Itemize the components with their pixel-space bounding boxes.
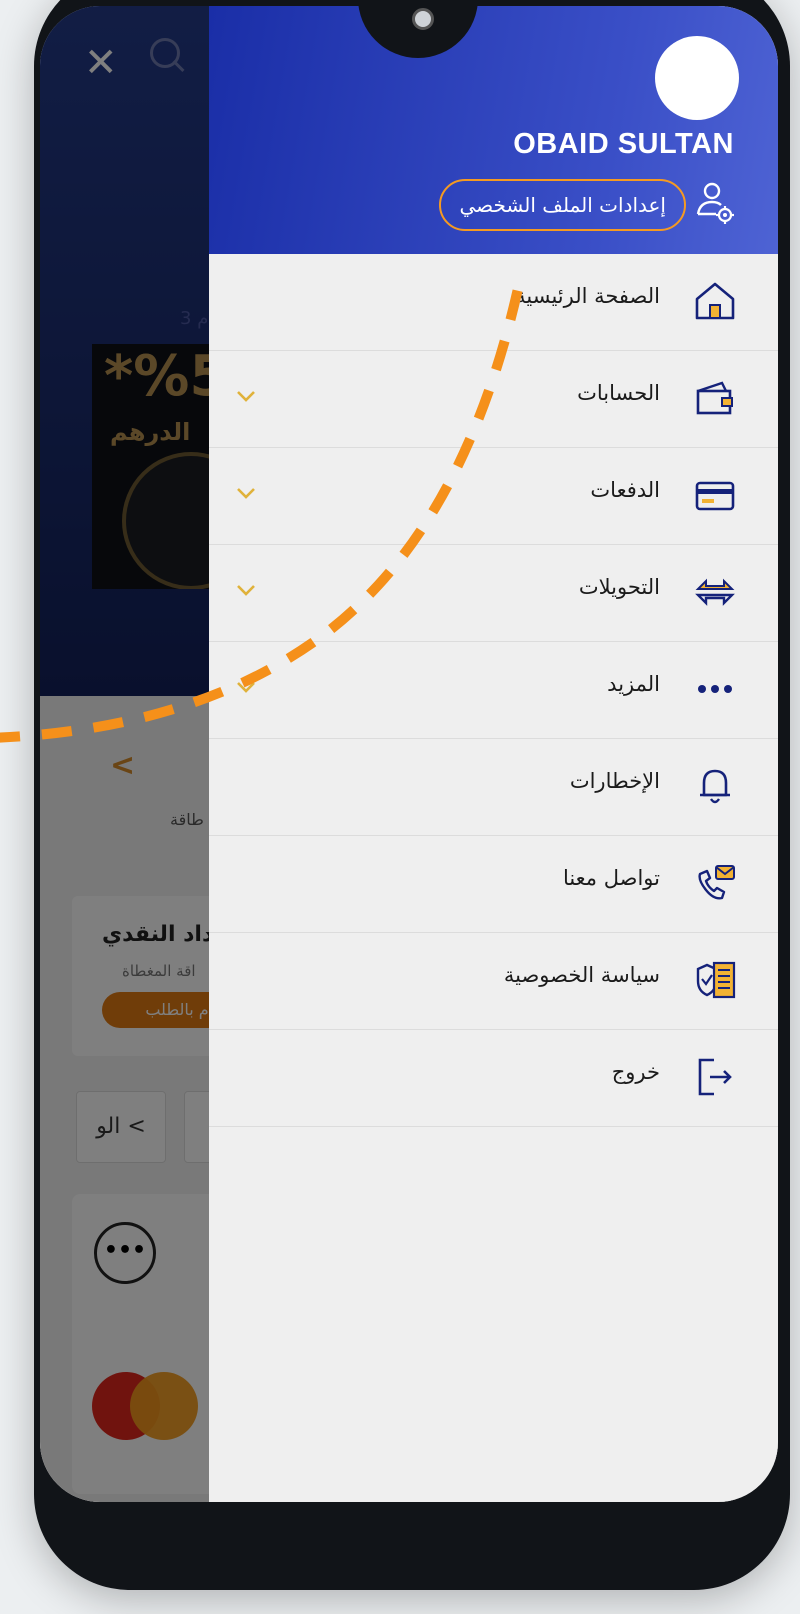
- wallet-icon: [696, 381, 733, 415]
- menu-item-privacy-policy[interactable]: سياسة الخصوصية: [209, 933, 778, 1030]
- menu-item-label: الحسابات: [577, 381, 660, 405]
- home-icon: [695, 282, 735, 320]
- privacy-shield-icon: [696, 961, 736, 999]
- card-icon: [695, 481, 735, 511]
- menu-item-contact-us[interactable]: تواصل معنا: [209, 836, 778, 933]
- chevron-down-icon[interactable]: [231, 575, 261, 605]
- menu-item-label: الصفحة الرئيسية: [515, 284, 660, 308]
- side-drawer: OBAID SULTAN إعدادات الملف الشخصي الصفحة…: [209, 6, 778, 1502]
- profile-settings-icon[interactable]: [694, 180, 736, 226]
- user-name: OBAID SULTAN: [513, 128, 734, 160]
- camera-icon: [412, 8, 434, 30]
- menu-item-more[interactable]: المزيد: [209, 642, 778, 739]
- logout-icon: [698, 1058, 732, 1096]
- menu-item-label: التحويلات: [578, 575, 660, 599]
- menu-item-label: تواصل معنا: [562, 866, 660, 890]
- menu-item-notifications[interactable]: الإخطارات: [209, 739, 778, 836]
- menu-item-payments[interactable]: الدفعات: [209, 448, 778, 545]
- phone-frame: ✕ 3 م *%5 الدرهم < طاقة رداد النقدي اقة …: [34, 0, 790, 1590]
- menu-item-home[interactable]: الصفحة الرئيسية: [209, 254, 778, 351]
- menu-item-label: المزيد: [607, 672, 660, 696]
- menu-item-label: الدفعات: [590, 478, 660, 502]
- avatar[interactable]: [655, 36, 739, 120]
- menu-item-label: الإخطارات: [569, 769, 660, 793]
- more-dots-icon: [698, 685, 732, 693]
- drawer-menu: الصفحة الرئيسية الحسابات الدفعات التحويل…: [209, 254, 778, 1127]
- chevron-down-icon[interactable]: [231, 478, 261, 508]
- bell-icon: [700, 769, 730, 804]
- menu-item-logout[interactable]: خروج: [209, 1030, 778, 1127]
- menu-item-label: خروج: [611, 1060, 660, 1084]
- menu-item-accounts[interactable]: الحسابات: [209, 351, 778, 448]
- chevron-down-icon[interactable]: [231, 381, 261, 411]
- menu-item-transfers[interactable]: التحويلات: [209, 545, 778, 642]
- contact-phone-icon: [698, 865, 735, 900]
- menu-item-label: سياسة الخصوصية: [503, 963, 660, 987]
- chevron-down-icon[interactable]: [231, 672, 261, 702]
- profile-settings-button[interactable]: إعدادات الملف الشخصي: [439, 179, 686, 231]
- transfer-arrows-icon: [695, 578, 735, 606]
- drawer-header: OBAID SULTAN إعدادات الملف الشخصي: [209, 6, 778, 254]
- phone-screen: ✕ 3 م *%5 الدرهم < طاقة رداد النقدي اقة …: [40, 6, 778, 1502]
